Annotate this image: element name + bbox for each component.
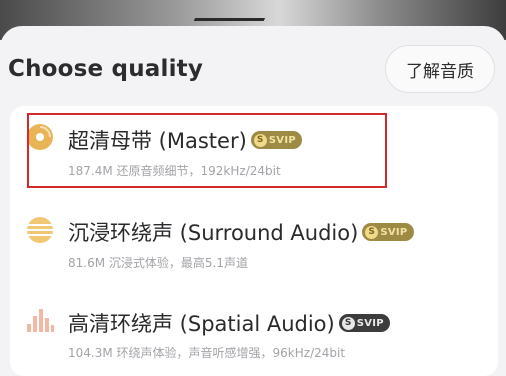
option-description: 81.6M 沉浸式体验，最高5.1声道 [68, 256, 248, 270]
option-title-text: 沉浸环绕声 (Surround Audio) [68, 221, 359, 245]
option-title: 沉浸环绕声 (Surround Audio) S SVIP [68, 217, 414, 247]
sheet-title: Choose quality [8, 56, 204, 82]
spatial-bars-icon [27, 309, 54, 332]
svip-badge: S SVIP [338, 314, 390, 332]
option-title-text: 高清环绕声 (Spatial Audio) [68, 312, 335, 336]
learn-quality-button[interactable]: 了解音质 [385, 45, 495, 93]
option-title: 高清环绕声 (Spatial Audio) S SVIP [68, 308, 390, 338]
selected-highlight [27, 113, 387, 188]
album-art-fragment [193, 0, 277, 21]
option-description: 104.3M 环绕声体验，声音听感增强，96kHz/24bit [68, 346, 346, 360]
svip-badge: S SVIP [362, 223, 414, 241]
surround-sphere-icon [27, 217, 53, 243]
